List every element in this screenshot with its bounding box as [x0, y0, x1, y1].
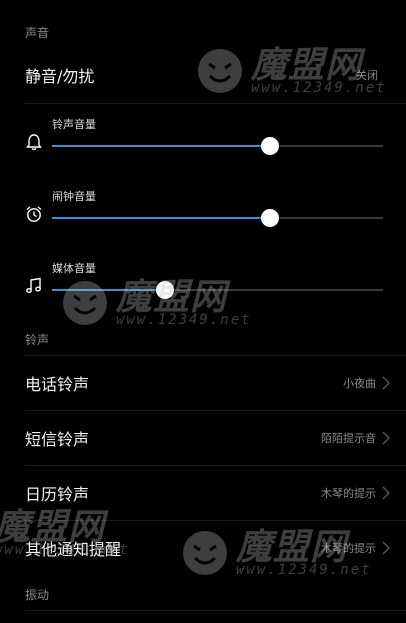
chevron-right-icon [382, 541, 390, 555]
chevron-right-icon [382, 431, 390, 445]
ringer-volume-row: 铃声音量 [0, 110, 406, 182]
section-header-sound: 声音 [25, 26, 50, 40]
mute-row[interactable]: 静音/勿扰 关闭 [0, 48, 406, 102]
bell-icon [26, 134, 42, 151]
alarm-volume-row: 闹钟音量 [0, 182, 406, 254]
other-notification-value: 木琴的提示 [321, 542, 376, 555]
calendar-ringtone-row[interactable]: 日历铃声 木琴的提示 [0, 466, 406, 520]
divider [25, 103, 406, 104]
chevron-right-icon [382, 376, 390, 390]
sms-ringtone-title: 短信铃声 [25, 430, 90, 449]
alarm-volume-thumb[interactable] [261, 209, 280, 227]
media-volume-slider[interactable] [52, 281, 383, 299]
alarm-volume-fill [52, 217, 271, 219]
ringer-volume-fill [52, 145, 271, 147]
ringer-volume-thumb[interactable] [261, 137, 280, 155]
other-notification-title: 其他通知提醒 [25, 540, 122, 559]
other-notification-row[interactable]: 其他通知提醒 木琴的提示 [0, 521, 406, 575]
calendar-ringtone-value: 木琴的提示 [321, 487, 376, 500]
section-header-ringtone: 铃声 [25, 333, 50, 347]
music-note-icon [26, 277, 41, 293]
chevron-right-icon [382, 486, 390, 500]
alarm-volume-slider[interactable] [52, 209, 383, 227]
call-ringtone-value: 小夜曲 [343, 377, 376, 390]
media-volume-fill [52, 289, 165, 291]
ringer-volume-slider[interactable] [52, 137, 383, 155]
call-ringtone-title: 电话铃声 [25, 375, 90, 394]
mute-title: 静音/勿扰 [25, 67, 95, 86]
media-volume-row: 媒体音量 [0, 254, 406, 326]
section-header-vibrate: 振动 [25, 588, 50, 602]
ringer-volume-label: 铃声音量 [52, 118, 96, 131]
media-volume-thumb[interactable] [155, 281, 174, 299]
sms-ringtone-value: 陌陌提示音 [321, 432, 376, 445]
divider [25, 610, 406, 611]
mute-value: 关闭 [356, 69, 378, 82]
call-ringtone-row[interactable]: 电话铃声 小夜曲 [0, 356, 406, 410]
media-volume-label: 媒体音量 [52, 262, 96, 275]
alarm-volume-label: 闹钟音量 [52, 190, 96, 203]
sms-ringtone-row[interactable]: 短信铃声 陌陌提示音 [0, 411, 406, 465]
calendar-ringtone-title: 日历铃声 [25, 485, 90, 504]
alarm-clock-icon [26, 206, 42, 222]
